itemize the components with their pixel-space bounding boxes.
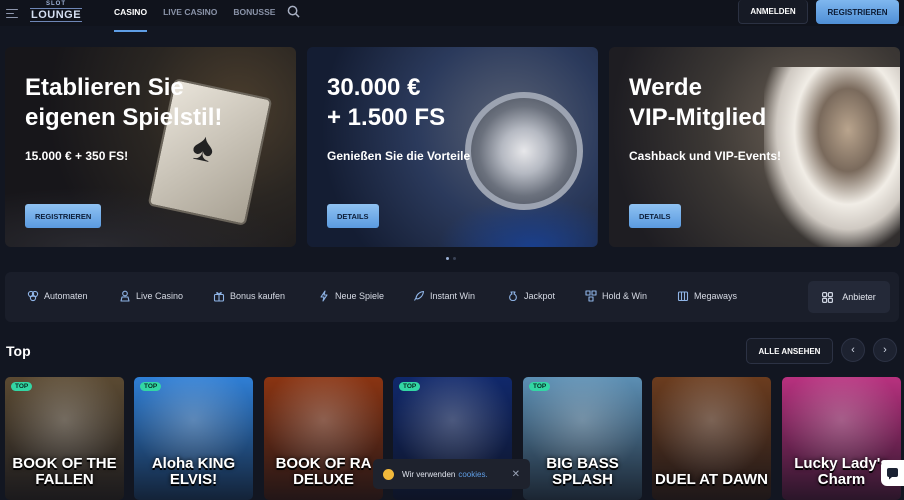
dealer-icon [120, 290, 130, 302]
promo-slide-welcome[interactable]: ♠ Etablieren Sie eigenen Spielstil! 15.00… [5, 47, 296, 247]
cookie-banner: Wir verwenden cookies. ✕ [373, 459, 530, 489]
nav-live-casino[interactable]: LIVE CASINO [163, 0, 217, 26]
category-label: Live Casino [136, 291, 184, 301]
search-icon[interactable] [287, 5, 300, 18]
hold-win-icon [585, 290, 597, 302]
category-label: Instant Win [430, 291, 476, 301]
category-megaways[interactable]: Megaways [677, 290, 737, 302]
promo-slide-vip[interactable]: Werde VIP-Mitglied Cashback und VIP-Event… [609, 47, 900, 247]
category-label: Bonus kaufen [230, 291, 286, 301]
category-label: Neue Spiele [335, 291, 385, 301]
category-instant-win[interactable]: Instant Win [413, 290, 475, 302]
carousel-dot[interactable] [446, 257, 449, 260]
cookie-icon [383, 468, 394, 480]
game-tile[interactable]: TOP BIG BASS SPLASH [523, 377, 642, 500]
megaways-icon [677, 291, 689, 302]
game-title: BIG BASS SPLASH [546, 455, 619, 488]
slide-subtitle: Genießen Sie die Vorteile [327, 149, 471, 163]
game-tile[interactable]: TOP BOOK OF THE FALLEN [5, 377, 124, 500]
slide-subtitle: 15.000 € + 350 FS! [25, 149, 129, 163]
slide-title: Werde VIP-Mitglied [629, 74, 767, 131]
moneybag-icon [509, 291, 517, 302]
cookie-link[interactable]: cookies. [458, 470, 487, 479]
category-label: Hold & Win [602, 291, 648, 301]
slide-title: Etablieren Sie eigenen Spielstil! [25, 74, 223, 131]
promo-slide-bonus[interactable]: 30.000 € + 1.500 FS Genießen Sie die Vort… [307, 47, 598, 247]
game-tile[interactable]: TOP Aloha KING ELVIS! [134, 377, 253, 500]
category-bonus-kaufen[interactable]: Bonus kaufen [213, 290, 285, 302]
slide-register-button[interactable]: REGISTRIEREN [25, 204, 102, 228]
main-nav: CASINO LIVE CASINO BONUSSE [114, 0, 275, 32]
prev-arrow-button[interactable]: ‹ [841, 338, 865, 362]
site-logo[interactable]: SLOT LOUNGE [30, 1, 82, 23]
game-tile[interactable]: DUEL AT DAWN [652, 377, 771, 500]
slide-details-button[interactable]: DETAILS [629, 204, 681, 228]
cookie-text: Wir verwenden [402, 469, 456, 479]
game-title: DUEL AT DAWN [654, 471, 769, 488]
category-automaten[interactable]: Automaten [27, 290, 88, 302]
carousel-dots [446, 257, 456, 260]
game-title: Aloha KING ELVIS! [151, 455, 236, 488]
promo-carousel: ♠ Etablieren Sie eigenen Spielstil! 15.00… [5, 47, 901, 247]
slide-subtitle: Cashback und VIP-Events! [629, 149, 782, 163]
grid-icon [822, 291, 834, 303]
nav-bonusse[interactable]: BONUSSE [233, 0, 275, 26]
game-title: BOOK OF RA DELUXE [275, 455, 372, 488]
top-badge: TOP [399, 382, 421, 391]
clover-icon [27, 290, 39, 302]
close-icon[interactable]: ✕ [512, 469, 520, 480]
provider-label: Anbieter [842, 292, 876, 302]
section-title-top: Top [6, 343, 31, 359]
login-button[interactable]: ANMELDEN [738, 0, 808, 24]
category-label: Megaways [694, 291, 738, 301]
see-all-button[interactable]: ALLE ANSEHEN [746, 338, 833, 364]
menu-icon[interactable] [6, 6, 18, 18]
category-neue-spiele[interactable]: Neue Spiele [318, 290, 384, 302]
provider-button[interactable]: Anbieter [808, 281, 890, 313]
category-jackpot[interactable]: Jackpot [507, 290, 555, 302]
lightning-icon [320, 290, 328, 302]
gift-icon [213, 292, 225, 302]
chat-icon [887, 467, 898, 479]
top-badge: TOP [11, 382, 33, 391]
game-tile[interactable]: BOOK OF RA DELUXE [264, 377, 383, 500]
rocket-icon [414, 290, 425, 301]
slide-details-button[interactable]: DETAILS [327, 204, 379, 228]
category-label: Automaten [44, 291, 88, 301]
nav-casino[interactable]: CASINO [114, 0, 148, 32]
category-hold-win[interactable]: Hold & Win [585, 290, 647, 302]
category-label: Jackpot [524, 291, 556, 301]
game-title: BOOK OF THE FALLEN [12, 455, 117, 488]
carousel-dot[interactable] [453, 257, 456, 260]
top-navigation-bar: SLOT LOUNGE CASINO LIVE CASINO BONUSSE A… [0, 0, 904, 32]
chat-button[interactable] [881, 460, 904, 486]
top-badge: TOP [529, 382, 551, 391]
register-button[interactable]: REGISTRIEREN [816, 0, 899, 24]
category-live-casino[interactable]: Live Casino [119, 290, 183, 302]
top-badge: TOP [140, 382, 162, 391]
next-arrow-button[interactable]: › [873, 338, 897, 362]
slide-title: 30.000 € + 1.500 FS [327, 74, 446, 131]
vip-couple-image [764, 67, 900, 247]
luxury-watch-image [465, 92, 583, 210]
